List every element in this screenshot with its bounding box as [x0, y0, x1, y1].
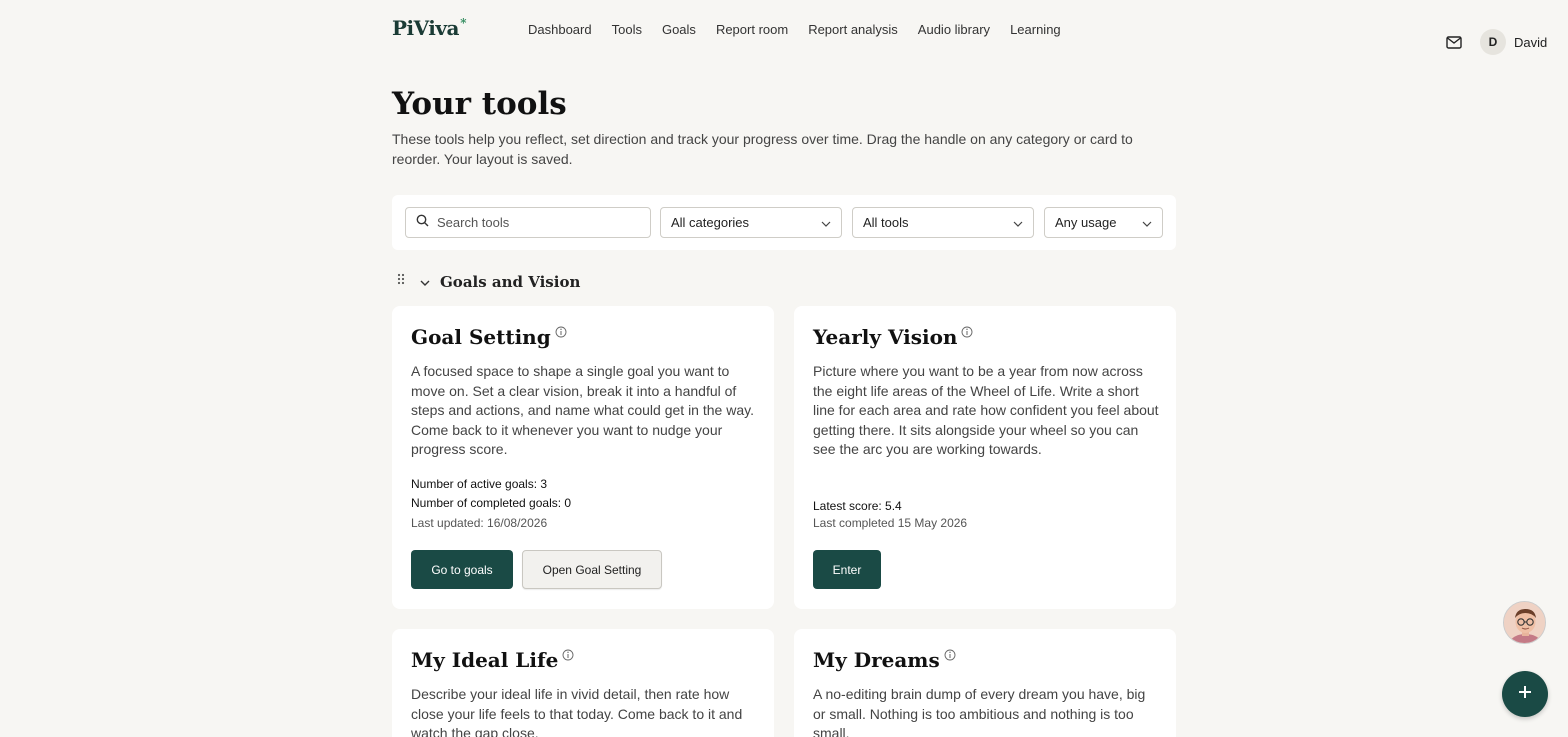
search-icon: [416, 214, 429, 232]
nav-learning[interactable]: Learning: [1010, 22, 1061, 37]
usage-select[interactable]: Any usage: [1044, 207, 1163, 238]
usage-select-value: Any usage: [1055, 215, 1117, 230]
mail-icon[interactable]: [1444, 32, 1464, 52]
nav-dashboard[interactable]: Dashboard: [528, 22, 592, 37]
chevron-down-icon: [1142, 215, 1152, 230]
section-header: Goals and Vision: [396, 272, 580, 291]
tool-card-my-dreams: My Dreams A no-editing brain dump of eve…: [794, 629, 1176, 737]
user-name[interactable]: David: [1514, 35, 1547, 50]
nav-report-analysis[interactable]: Report analysis: [808, 22, 898, 37]
drag-handle-icon[interactable]: [396, 272, 406, 291]
page-title: Your tools: [392, 86, 567, 122]
plus-icon: [1517, 684, 1533, 705]
tool-card-my-ideal-life: My Ideal Life Describe your ideal life i…: [392, 629, 774, 737]
card-title: Yearly Vision: [813, 325, 958, 349]
completed-goals-count: Number of completed goals: 0: [411, 496, 572, 510]
info-icon[interactable]: [944, 648, 956, 666]
card-title-row: My Dreams: [813, 648, 956, 672]
last-completed: Last completed 15 May 2026: [813, 516, 968, 530]
avatar[interactable]: D: [1480, 29, 1506, 55]
info-icon[interactable]: [562, 648, 574, 666]
card-title: My Dreams: [813, 648, 940, 672]
card-title: My Ideal Life: [411, 648, 559, 672]
last-updated: Last updated: 16/08/2026: [411, 516, 548, 530]
latest-score: Latest score: 5.4: [813, 499, 902, 513]
filter-bar: All categories All tools Any usage: [392, 195, 1176, 250]
enter-button[interactable]: Enter: [813, 550, 881, 589]
brand-mark: *: [460, 16, 466, 30]
tools-select-value: All tools: [863, 215, 909, 230]
main-nav: Dashboard Tools Goals Report room Report…: [528, 22, 1061, 37]
nav-report-room[interactable]: Report room: [716, 22, 788, 37]
brand-name: PiViva: [392, 16, 459, 40]
nav-goals[interactable]: Goals: [662, 22, 696, 37]
search-field[interactable]: [405, 207, 651, 238]
category-select-value: All categories: [671, 215, 750, 230]
chevron-down-icon: [1013, 215, 1023, 230]
card-title: Goal Setting: [411, 325, 551, 349]
info-icon[interactable]: [961, 325, 973, 343]
section-title: Goals and Vision: [440, 272, 581, 291]
active-goals-count: Number of active goals: 3: [411, 477, 548, 491]
brand-logo[interactable]: PiViva *: [392, 16, 466, 40]
card-description: A focused space to shape a single goal y…: [411, 363, 754, 457]
card-title-row: Goal Setting: [411, 325, 567, 349]
card-description: A no-editing brain dump of every dream y…: [813, 686, 1146, 737]
card-description: Describe your ideal life in vivid detail…: [411, 686, 743, 737]
card-description: Picture where you want to be a year from…: [813, 363, 1159, 457]
go-to-goals-button[interactable]: Go to goals: [411, 550, 513, 589]
search-input[interactable]: [437, 215, 627, 230]
tool-card-yearly-vision: Yearly Vision Picture where you want to …: [794, 306, 1176, 609]
category-select[interactable]: All categories: [660, 207, 842, 238]
chevron-down-icon[interactable]: [420, 273, 430, 291]
tools-select[interactable]: All tools: [852, 207, 1034, 238]
assistant-avatar[interactable]: [1503, 601, 1546, 644]
nav-tools[interactable]: Tools: [612, 22, 642, 37]
open-goal-setting-button[interactable]: Open Goal Setting: [522, 550, 662, 589]
page-description: These tools help you reflect, set direct…: [392, 131, 1133, 167]
card-title-row: Yearly Vision: [813, 325, 973, 349]
nav-audio-library[interactable]: Audio library: [918, 22, 990, 37]
user-menu: D David: [1444, 29, 1547, 55]
chevron-down-icon: [821, 215, 831, 230]
add-button[interactable]: [1502, 671, 1548, 717]
card-title-row: My Ideal Life: [411, 648, 574, 672]
info-icon[interactable]: [555, 325, 567, 343]
tool-card-goal-setting: Goal Setting A focused space to shape a …: [392, 306, 774, 609]
